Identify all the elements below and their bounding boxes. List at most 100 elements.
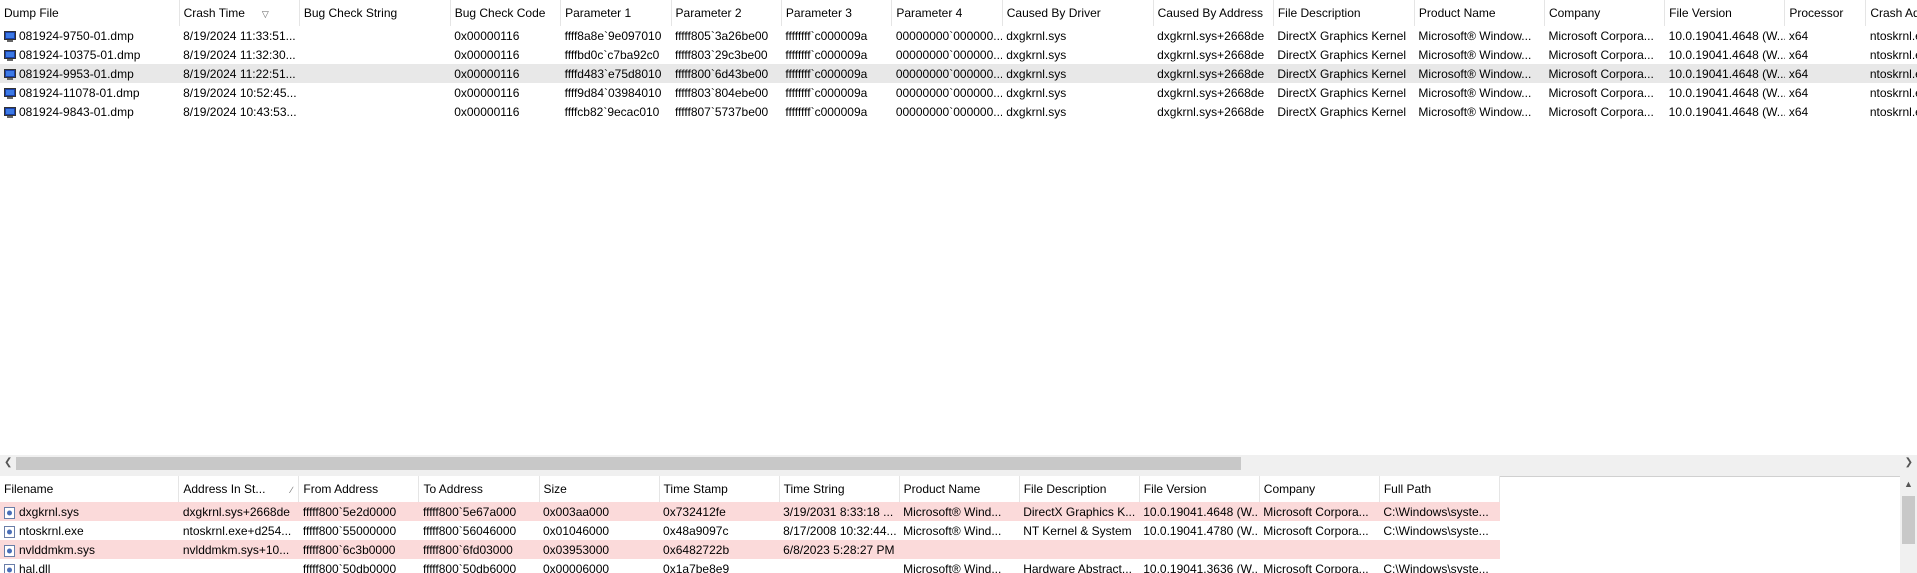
- cell-text: fffff800`50db0000: [302, 561, 397, 573]
- horizontal-scroll-thumb[interactable]: [16, 457, 1241, 470]
- column-header-caused-by-address[interactable]: Caused By Address: [1153, 0, 1274, 26]
- table-row[interactable]: nvlddmkm.sys nvlddmkm.sys+10... fffff800`6…: [0, 540, 1500, 559]
- table-cell: Microsoft Corpora...: [1259, 502, 1380, 521]
- table-cell: C:\Windows\syste...: [1379, 502, 1500, 521]
- column-header-crash-time[interactable]: Crash Time ▽: [179, 0, 300, 26]
- column-header-bug-check-string[interactable]: Bug Check String: [299, 0, 451, 26]
- table-row[interactable]: 081924-10375-01.dmp 8/19/2024 11:32:30...…: [0, 45, 1917, 64]
- column-header-label: Time String: [783, 482, 845, 496]
- column-header-bug-check-code[interactable]: Bug Check Code: [450, 0, 562, 26]
- table-row[interactable]: dxgkrnl.sys dxgkrnl.sys+2668de fffff800`5e…: [0, 502, 1500, 521]
- column-header-label: Bug Check Code: [454, 6, 546, 20]
- column-header-label: File Version: [1143, 482, 1207, 496]
- cell-text: Microsoft Corpora...: [1548, 85, 1654, 100]
- table-cell: dxgkrnl.sys: [1002, 83, 1153, 102]
- cell-text: Microsoft® Wind...: [903, 561, 1002, 573]
- table-cell: fffff800`5e2d0000: [298, 502, 419, 521]
- table-cell: DirectX Graphics Kernel: [1273, 83, 1414, 102]
- table-cell: Microsoft® Wind...: [899, 502, 1020, 521]
- column-header-address-in-st[interactable]: Address In St... ∕: [178, 476, 300, 502]
- table-cell: Microsoft® Window...: [1414, 64, 1545, 83]
- cell-text: ntoskrnl.exe: [1869, 85, 1917, 100]
- cell-text: nvlddmkm.sys: [19, 542, 96, 557]
- column-header-full-path[interactable]: Full Path: [1379, 476, 1501, 502]
- table-cell: [779, 559, 899, 573]
- column-header-company[interactable]: Company: [1259, 476, 1380, 502]
- vertical-scrollbar[interactable]: ▲: [1900, 476, 1917, 573]
- scroll-left-arrow-icon[interactable]: ❮: [4, 457, 12, 468]
- table-cell: 10.0.19041.4780 (W...: [1139, 521, 1259, 540]
- column-header-file-description[interactable]: File Description: [1273, 0, 1415, 26]
- table-cell: dxgkrnl.sys+2668de: [1153, 83, 1273, 102]
- column-header-parameter-4[interactable]: Parameter 4: [891, 0, 1003, 26]
- table-cell: fffff800`56046000: [419, 521, 539, 540]
- table-cell: [1019, 540, 1140, 559]
- table-cell: 0x48a9097c: [659, 521, 779, 540]
- table-cell: ffff8a8e`9e097010: [561, 26, 671, 45]
- column-header-to-address[interactable]: To Address: [418, 476, 540, 502]
- table-cell: dxgkrnl.sys+2668de: [1153, 64, 1274, 83]
- column-header-product-name[interactable]: Product Name: [899, 476, 1020, 502]
- column-header-from-address[interactable]: From Address: [298, 476, 420, 502]
- column-header-file-version[interactable]: File Version: [1664, 0, 1786, 26]
- column-header-processor[interactable]: Processor: [1784, 0, 1867, 26]
- cell-text: Microsoft® Window...: [1418, 104, 1532, 119]
- table-cell: ntoskrnl.exe: [1866, 26, 1917, 45]
- table-row[interactable]: 081924-9750-01.dmp 8/19/2024 11:33:51... 0…: [0, 26, 1917, 45]
- column-header-caused-by-driver[interactable]: Caused By Driver: [1002, 0, 1154, 26]
- column-header-size[interactable]: Size: [539, 476, 660, 502]
- table-cell: Microsoft Corpora...: [1544, 45, 1664, 64]
- cell-text: 10.0.19041.4648 (W...: [1668, 66, 1785, 81]
- column-header-parameter-2[interactable]: Parameter 2: [671, 0, 782, 26]
- table-cell: dxgkrnl.sys: [1002, 102, 1153, 121]
- column-header-product-name[interactable]: Product Name: [1414, 0, 1545, 26]
- column-header-label: Product Name: [903, 482, 981, 496]
- table-cell: dxgkrnl.sys: [1002, 45, 1153, 64]
- column-header-parameter-3[interactable]: Parameter 3: [781, 0, 893, 26]
- table-cell: ffffffff`c000009a: [781, 83, 891, 102]
- column-header-file-description[interactable]: File Description: [1019, 476, 1140, 502]
- dump-file-icon: [4, 87, 16, 99]
- table-cell: 0x03953000: [539, 540, 660, 559]
- dump-file-icon: [4, 49, 16, 61]
- table-row[interactable]: 081924-9953-01.dmp 8/19/2024 11:22:51... 0…: [0, 64, 1917, 83]
- column-header-time-string[interactable]: Time String: [779, 476, 900, 502]
- vertical-scroll-thumb[interactable]: [1902, 496, 1915, 544]
- column-header-parameter-1[interactable]: Parameter 1: [560, 0, 672, 26]
- column-header-label: Full Path: [1383, 482, 1432, 496]
- cell-text: dxgkrnl.sys+2668de: [1157, 66, 1265, 81]
- table-row[interactable]: hal.dll fffff800`50db0000 fffff800`50db600…: [0, 559, 1500, 573]
- table-row[interactable]: 081924-9843-01.dmp 8/19/2024 10:43:53... 0…: [0, 102, 1917, 121]
- column-header-label: Size: [543, 482, 567, 496]
- column-header-time-stamp[interactable]: Time Stamp: [659, 476, 780, 502]
- cell-text: fffff800`5e67a000: [422, 504, 517, 519]
- cell-text: x64: [1788, 66, 1809, 81]
- column-header-filename[interactable]: Filename: [0, 476, 180, 502]
- column-header-label: Parameter 3: [785, 6, 852, 20]
- table-row[interactable]: 081924-11078-01.dmp 8/19/2024 10:52:45...…: [0, 83, 1917, 102]
- table-cell: C:\Windows\syste...: [1379, 559, 1499, 573]
- cell-text: dxgkrnl.sys+2668de: [1157, 85, 1265, 100]
- cell-text: DirectX Graphics Kernel: [1277, 47, 1407, 62]
- column-header-company[interactable]: Company: [1544, 0, 1666, 26]
- horizontal-scrollbar[interactable]: ❮ ❯: [0, 455, 1917, 472]
- column-header-file-version[interactable]: File Version: [1139, 476, 1260, 502]
- table-cell: fffff807`5737be00: [671, 102, 781, 121]
- scroll-right-arrow-icon[interactable]: ❯: [1905, 457, 1913, 468]
- table-cell: 10.0.19041.4648 (W...: [1665, 102, 1785, 121]
- crash-list-header: Dump File Crash Time ▽ Bug Check String Bug …: [0, 0, 1917, 26]
- table-cell: fffff800`50db6000: [419, 559, 539, 573]
- column-header-crash-address[interactable]: Crash Address: [1865, 0, 1917, 26]
- column-header-label: Dump File: [4, 6, 59, 20]
- table-cell: Microsoft® Window...: [1414, 83, 1544, 102]
- table-cell: DirectX Graphics Kernel: [1273, 45, 1414, 64]
- table-row[interactable]: ntoskrnl.exe ntoskrnl.exe+d254... fffff800…: [0, 521, 1500, 540]
- table-cell: C:\Windows\syste...: [1379, 521, 1499, 540]
- cell-text: C:\Windows\syste...: [1383, 561, 1489, 573]
- cell-text: 0x00006000: [543, 561, 610, 573]
- scroll-up-arrow-icon[interactable]: ▲: [1904, 479, 1913, 489]
- cell-text: 10.0.19041.3636 (W...: [1143, 561, 1260, 573]
- column-header-dump-file[interactable]: Dump File: [0, 0, 180, 26]
- table-cell: NT Kernel & System: [1019, 521, 1139, 540]
- cell-text: ffffffff`c000009a: [785, 47, 868, 62]
